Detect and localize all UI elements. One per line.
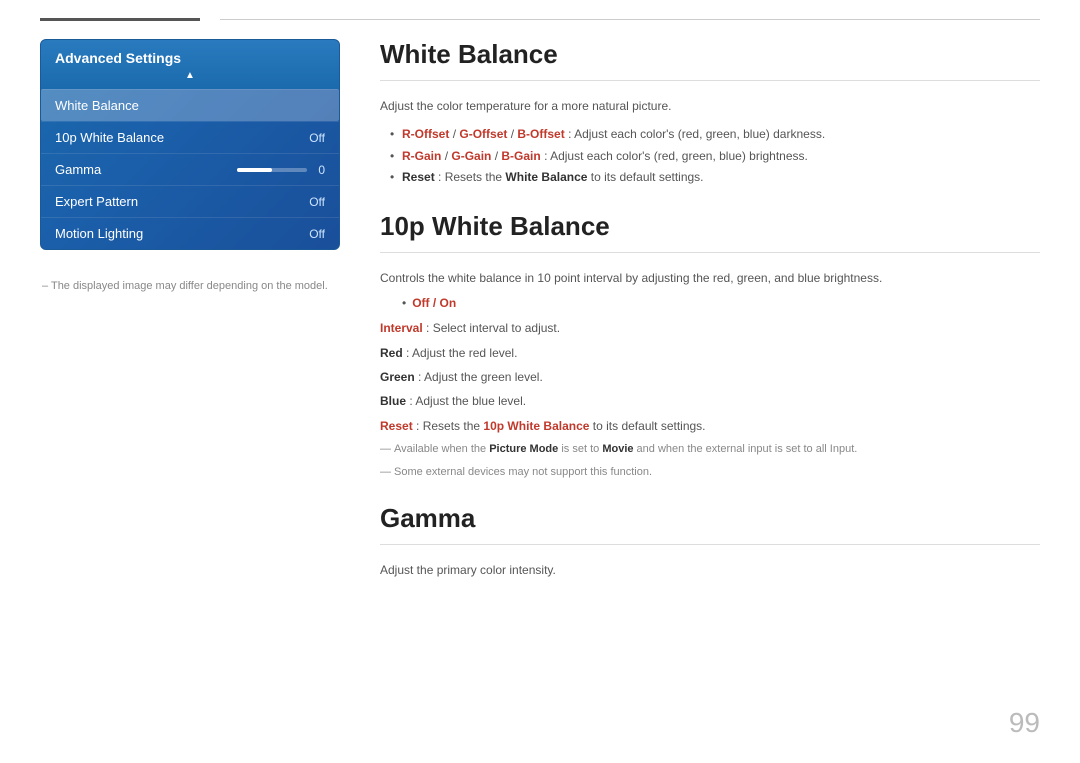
g-gain-label: G-Gain	[451, 149, 491, 163]
red-label: Red	[380, 346, 403, 360]
field-reset-10p: Reset : Resets the 10p White Balance to …	[380, 416, 1040, 436]
menu-item-value-motion: Off	[309, 227, 325, 241]
field-blue: Blue : Adjust the blue level.	[380, 391, 1040, 411]
left-panel: Advanced Settings ▲ White Balance 10p Wh…	[40, 39, 340, 591]
10p-inline-bullet: Off / On	[402, 296, 1040, 310]
menu-item-expert-pattern[interactable]: Expert Pattern Off	[41, 185, 339, 217]
menu-item-label-expert: Expert Pattern	[55, 194, 138, 209]
bullet-roffset: R-Offset / G-Offset / B-Offset : Adjust …	[390, 124, 1040, 146]
gamma-title: Gamma	[380, 503, 1040, 534]
field-red: Red : Adjust the red level.	[380, 343, 1040, 363]
top-bar	[0, 0, 1080, 21]
chevron-up-icon: ▲	[55, 70, 325, 81]
green-label: Green	[380, 370, 415, 384]
page-number: 99	[1009, 707, 1040, 739]
g-offset-label: G-Offset	[459, 127, 507, 141]
picture-mode-bold: Picture Mode	[489, 443, 558, 455]
top-bar-short-line	[40, 18, 200, 21]
menu-item-label-white-balance: White Balance	[55, 98, 139, 113]
white-balance-divider	[380, 80, 1040, 81]
main-layout: Advanced Settings ▲ White Balance 10p Wh…	[0, 39, 1080, 591]
top-bar-long-line	[220, 19, 1040, 20]
advanced-settings-box: Advanced Settings ▲ White Balance 10p Wh…	[40, 39, 340, 250]
gamma-slider-container: 0	[237, 163, 325, 177]
reset-10p-label: Reset	[380, 419, 413, 433]
menu-item-10p-white-balance[interactable]: 10p White Balance Off	[41, 121, 339, 153]
menu-item-white-balance[interactable]: White Balance	[41, 89, 339, 121]
white-balance-desc: Adjust the color temperature for a more …	[380, 97, 1040, 116]
gamma-slider[interactable]	[237, 168, 307, 172]
gamma-desc: Adjust the primary color intensity.	[380, 561, 1040, 580]
b-gain-label: B-Gain	[501, 149, 540, 163]
menu-item-label-gamma: Gamma	[55, 162, 101, 177]
advanced-settings-header: Advanced Settings ▲	[41, 40, 339, 89]
white-balance-bullets: R-Offset / G-Offset / B-Offset : Adjust …	[380, 124, 1040, 189]
menu-item-motion-lighting[interactable]: Motion Lighting Off	[41, 217, 339, 249]
right-panel: White Balance Adjust the color temperatu…	[380, 39, 1040, 591]
interval-label: Interval	[380, 321, 423, 335]
menu-item-label-motion: Motion Lighting	[55, 226, 143, 241]
advanced-settings-title: Advanced Settings	[55, 50, 181, 66]
white-balance-ref: White Balance	[505, 170, 587, 184]
movie-bold: Movie	[602, 443, 633, 455]
gamma-divider	[380, 544, 1040, 545]
gamma-value: 0	[313, 163, 325, 177]
off-on-label: Off / On	[412, 296, 456, 310]
field-interval: Interval : Select interval to adjust.	[380, 318, 1040, 338]
bullet-rgain: R-Gain / G-Gain / B-Gain : Adjust each c…	[390, 146, 1040, 168]
10p-wb-ref: 10p White Balance	[483, 419, 589, 433]
blue-label: Blue	[380, 394, 406, 408]
r-gain-label: R-Gain	[402, 149, 441, 163]
section-10p-white-balance: 10p White Balance Controls the white bal…	[380, 211, 1040, 482]
menu-item-value-expert: Off	[309, 195, 325, 209]
reset-wb-label: Reset	[402, 170, 435, 184]
white-balance-title: White Balance	[380, 39, 1040, 70]
menu-item-label-10p: 10p White Balance	[55, 130, 164, 145]
menu-item-value-10p: Off	[309, 131, 325, 145]
10p-divider	[380, 252, 1040, 253]
note-external-devices: Some external devices may not support th…	[380, 463, 1040, 482]
note-picture-mode: Available when the Picture Mode is set t…	[380, 440, 1040, 459]
section-gamma: Gamma Adjust the primary color intensity…	[380, 503, 1040, 580]
gamma-slider-fill	[237, 168, 272, 172]
bullet-reset-wb: Reset : Resets the White Balance to its …	[390, 167, 1040, 189]
10p-desc: Controls the white balance in 10 point i…	[380, 269, 1040, 288]
section-white-balance: White Balance Adjust the color temperatu…	[380, 39, 1040, 189]
menu-item-gamma[interactable]: Gamma 0	[41, 153, 339, 185]
r-offset-label: R-Offset	[402, 127, 449, 141]
b-offset-label: B-Offset	[517, 127, 564, 141]
footnote: – The displayed image may differ dependi…	[40, 280, 340, 292]
10p-white-balance-title: 10p White Balance	[380, 211, 1040, 242]
field-green: Green : Adjust the green level.	[380, 367, 1040, 387]
